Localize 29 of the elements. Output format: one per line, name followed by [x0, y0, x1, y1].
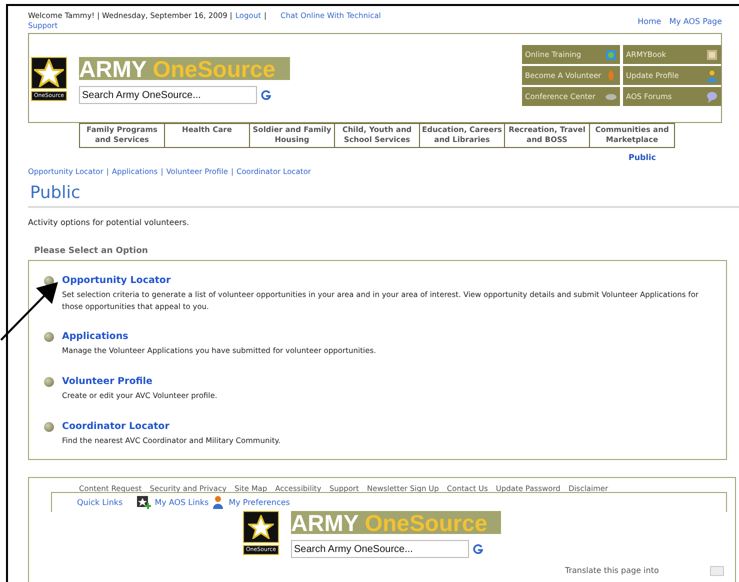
monitor-icon	[605, 48, 617, 60]
option-link[interactable]: Opportunity Locator	[62, 275, 171, 286]
quick-links-link[interactable]: Quick Links	[77, 498, 123, 507]
person-icon	[212, 496, 225, 509]
bullet-icon	[44, 422, 54, 432]
book-icon	[706, 48, 718, 60]
bullet-icon	[44, 332, 54, 342]
option-link[interactable]: Volunteer Profile	[62, 376, 152, 387]
bubble-icon	[706, 90, 718, 102]
option-link[interactable]: Applications	[62, 331, 128, 342]
intro-text: Activity options for potential volunteers.	[28, 218, 190, 227]
brand-banner: ARMY OneSource	[79, 57, 290, 80]
search-field[interactable]: Search Army OneSource...	[291, 540, 469, 558]
search-field[interactable]: Search Army OneSource...	[79, 86, 257, 104]
translate-label: Translate this page into	[565, 566, 659, 575]
bullet-icon	[44, 377, 54, 387]
brand-banner: ARMY OneSource	[291, 511, 501, 534]
my-links-link[interactable]: My AOS Links	[154, 498, 209, 507]
preferences-link[interactable]: My Preferences	[228, 498, 290, 507]
search-go-icon[interactable]	[473, 544, 483, 554]
top-link[interactable]: My AOS Page	[669, 17, 722, 28]
top-link[interactable]: Home	[638, 17, 662, 28]
section-label: Public	[628, 153, 656, 162]
option-link[interactable]: Coordinator Locator	[62, 421, 170, 432]
star-add-icon	[136, 496, 151, 509]
page-title: Public	[30, 182, 82, 204]
search-go-icon[interactable]	[261, 90, 271, 100]
person-icon	[706, 70, 718, 82]
section-heading: Please Select an Option	[34, 246, 149, 256]
